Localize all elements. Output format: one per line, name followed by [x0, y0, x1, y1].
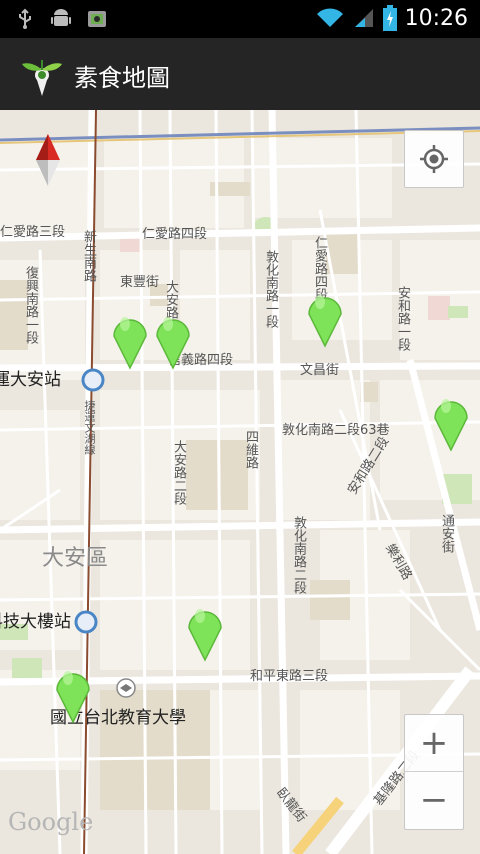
compass-icon[interactable] — [34, 132, 62, 188]
district-label: 大安區 — [42, 546, 109, 571]
marker-1[interactable] — [110, 310, 150, 370]
street-label-wenchang: 文昌街 — [300, 363, 340, 378]
google-attribution: Google — [8, 808, 94, 836]
usb-icon — [19, 8, 31, 29]
android-debug-icon — [51, 9, 71, 26]
marker-4[interactable] — [431, 392, 471, 452]
status-bar: 10:26 — [0, 0, 480, 38]
station-label-daan[interactable]: 捷運大安站 — [0, 372, 61, 389]
street-label-dunhua-n1: 敦化南路一段 — [263, 250, 278, 328]
marker-6[interactable] — [53, 664, 93, 724]
battery-charging-icon — [382, 5, 397, 31]
street-label-xinglong: 新生南路 — [81, 230, 96, 282]
system-icons: 10:26 — [315, 5, 468, 31]
street-label-dunhua-n2: 敦化南路二段 — [291, 516, 306, 594]
zoom-out-button[interactable]: − — [405, 772, 463, 828]
my-location-button[interactable] — [404, 130, 464, 188]
street-label-mrt-line: 捷運文湖線 — [83, 400, 96, 455]
street-label-dunhua-lane63: 敦化南路二段63巷 — [282, 423, 390, 438]
sprout-map-pin-logo[interactable] — [18, 50, 66, 98]
street-label-renai: 仁愛路三段 — [0, 225, 66, 240]
marker-5[interactable] — [185, 602, 225, 662]
station-label-technology-building[interactable]: 捷運科技大樓站 — [0, 614, 71, 631]
street-label-daan-road2: 大安路二段 — [171, 440, 186, 505]
street-label-dongfeng: 東豐街 — [120, 275, 160, 290]
map-view[interactable]: 仁愛路三段 仁愛路四段 東豐街 大安路一段 敦化南路一段 安和路一段 仁愛路四段… — [0, 110, 480, 854]
app-title: 素食地圖 — [74, 64, 170, 92]
street-label-renai4: 仁愛路四段 — [142, 227, 208, 242]
sync-icon — [88, 11, 106, 27]
street-label-tongan: 通安街 — [439, 514, 454, 553]
marker-3[interactable] — [305, 288, 345, 348]
action-bar: 素食地圖 — [0, 38, 480, 110]
street-label-siwei: 四維路 — [243, 430, 258, 469]
notification-icons — [14, 8, 108, 30]
my-location-icon — [420, 145, 448, 173]
marker-2[interactable] — [153, 310, 193, 370]
street-label-heping3: 和平東路三段 — [250, 669, 329, 684]
signal-icon — [354, 9, 373, 27]
street-label-anhe1: 安和路一段 — [395, 286, 410, 351]
zoom-in-button[interactable]: + — [405, 715, 463, 772]
clock: 10:26 — [404, 5, 468, 31]
zoom-controls: + − — [404, 714, 464, 830]
street-label-fuxing: 復興南路一段 — [23, 266, 38, 344]
wifi-icon — [316, 8, 343, 27]
